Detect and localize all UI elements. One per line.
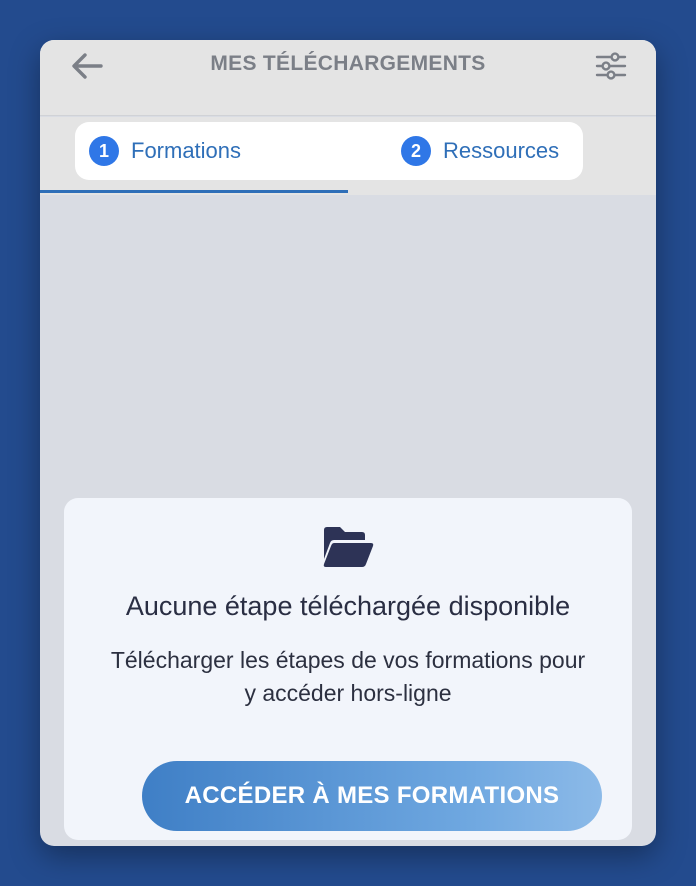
tab-bar: 1 Formations 2 Ressources [40,117,656,195]
tab-number-badge: 1 [89,136,119,166]
tab-formations[interactable]: 1 Formations [89,122,241,180]
empty-state-card: Aucune étape téléchargée disponible Télé… [64,498,632,840]
active-tab-indicator [40,190,348,193]
app-window: MES TÉLÉCHARGEMENTS 1 Formations 2 Resso… [40,40,656,846]
tab-number-badge: 2 [401,136,431,166]
empty-state-description: Télécharger les étapes de vos formations… [110,647,586,706]
go-to-formations-button[interactable]: ACCÉDER À MES FORMATIONS [142,761,602,831]
back-button[interactable] [64,46,110,86]
tab-pill: 1 Formations 2 Ressources [75,122,583,180]
filter-button[interactable] [588,46,634,86]
empty-state-title: Aucune étape téléchargée disponible [125,591,571,621]
sliders-icon [595,52,627,80]
folder-open-icon [323,527,374,567]
page-title: MES TÉLÉCHARGEMENTS [210,52,486,75]
arrow-left-icon [72,53,103,79]
tab-label: Ressources [443,138,560,163]
tab-label: Formations [131,138,242,163]
top-bar: MES TÉLÉCHARGEMENTS [40,40,656,116]
tab-ressources[interactable]: 2 Ressources [401,122,559,180]
